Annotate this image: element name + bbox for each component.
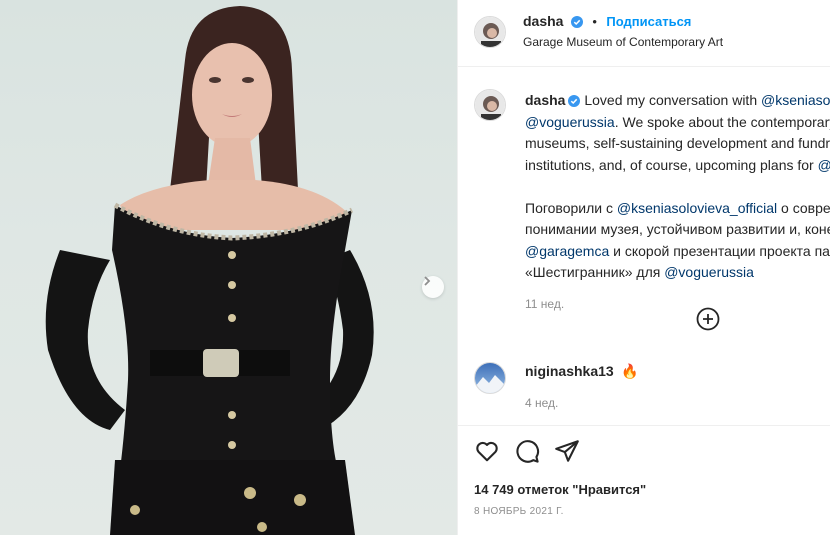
- separator-dot: •: [592, 14, 597, 29]
- caption-line: institutions, and, of course, upcoming p…: [525, 155, 830, 177]
- post-caption: dasha Loved my conversation with @ksenia…: [525, 90, 830, 315]
- commenter-username[interactable]: niginashka13: [525, 363, 614, 379]
- avatar-image: [475, 90, 505, 120]
- header-title-row: dasha • Подписаться: [523, 13, 691, 31]
- avatar-image: [475, 17, 505, 47]
- mention-link[interactable]: @voguerussia: [525, 114, 615, 130]
- caption-text: Поговорили с: [525, 199, 617, 216]
- avatar-image: [475, 363, 505, 393]
- caption-line: museums, self-sustaining development and…: [525, 135, 830, 151]
- mention-link[interactable]: @: [818, 157, 830, 173]
- post-photo: [0, 0, 457, 535]
- caption-line: понимании музея, устойчивом развитии и, …: [525, 221, 830, 237]
- comment-timestamp[interactable]: 4 нед.: [525, 396, 558, 410]
- fire-emoji: 🔥: [621, 363, 639, 379]
- photo-illustration: [45, 6, 374, 535]
- commenter-avatar[interactable]: [474, 362, 506, 394]
- verified-badge-icon: [570, 16, 583, 28]
- comment-button[interactable]: [514, 438, 540, 464]
- next-photo-button[interactable]: [422, 276, 444, 298]
- mention-link[interactable]: @kseniasolovieva_official: [617, 200, 777, 216]
- caption-line: @voguerussia. We spoke about the contemp…: [525, 112, 830, 134]
- post-header: dasha • Подписаться Garage Museum of Con…: [458, 0, 830, 67]
- post-actions: 14 749 отметок "Нравится" 8 НОЯБРЬ 2021 …: [458, 425, 830, 535]
- comment-row: niginashka13 🔥: [525, 363, 639, 381]
- caption-text: и скорой презентации проекта па: [609, 242, 830, 259]
- load-more-comments-button[interactable]: [696, 307, 720, 331]
- chevron-right-icon: [424, 276, 431, 286]
- post-details-panel: dasha • Подписаться Garage Museum of Con…: [457, 0, 830, 535]
- caption-author-username[interactable]: dasha: [525, 92, 565, 108]
- post-location[interactable]: Garage Museum of Contemporary Art: [523, 35, 723, 49]
- caption-text: о соврем: [781, 199, 830, 216]
- verified-badge-icon: [568, 95, 581, 107]
- caption-author-avatar[interactable]: [474, 89, 506, 121]
- likes-count[interactable]: 14 749 отметок "Нравится": [474, 482, 646, 497]
- caption-line: «Шестигранник» для @voguerussia: [525, 262, 830, 284]
- caption-text: «Шестигранник» для: [525, 264, 665, 280]
- author-username[interactable]: dasha: [523, 13, 563, 29]
- caption-text: institutions, and, of course, upcoming p…: [525, 156, 818, 173]
- heart-icon: [476, 441, 498, 462]
- caption-line: dasha Loved my conversation with @ksenia…: [525, 90, 830, 112]
- plus-circle-icon: [696, 307, 720, 331]
- caption-timestamp[interactable]: 11 нед.: [525, 294, 830, 316]
- caption-text: . We spoke about the contemporary: [614, 113, 830, 130]
- mention-link[interactable]: @garagemca: [525, 243, 609, 259]
- caption-line: Поговорили с @kseniasolovieva_official о…: [525, 198, 830, 220]
- author-avatar[interactable]: [474, 16, 506, 48]
- paper-plane-icon: [555, 440, 579, 462]
- follow-button[interactable]: Подписаться: [606, 14, 691, 29]
- comment-icon: [516, 440, 540, 463]
- caption-line: @garagemca и скорой презентации проекта …: [525, 241, 830, 263]
- share-button[interactable]: [554, 438, 580, 464]
- caption-text: Loved my conversation with: [584, 92, 761, 108]
- like-button[interactable]: [474, 438, 500, 464]
- post-date: 8 НОЯБРЬ 2021 Г.: [474, 506, 564, 517]
- mention-link[interactable]: @ksenia​solo: [761, 92, 830, 108]
- mention-link[interactable]: @voguerussia: [664, 264, 754, 280]
